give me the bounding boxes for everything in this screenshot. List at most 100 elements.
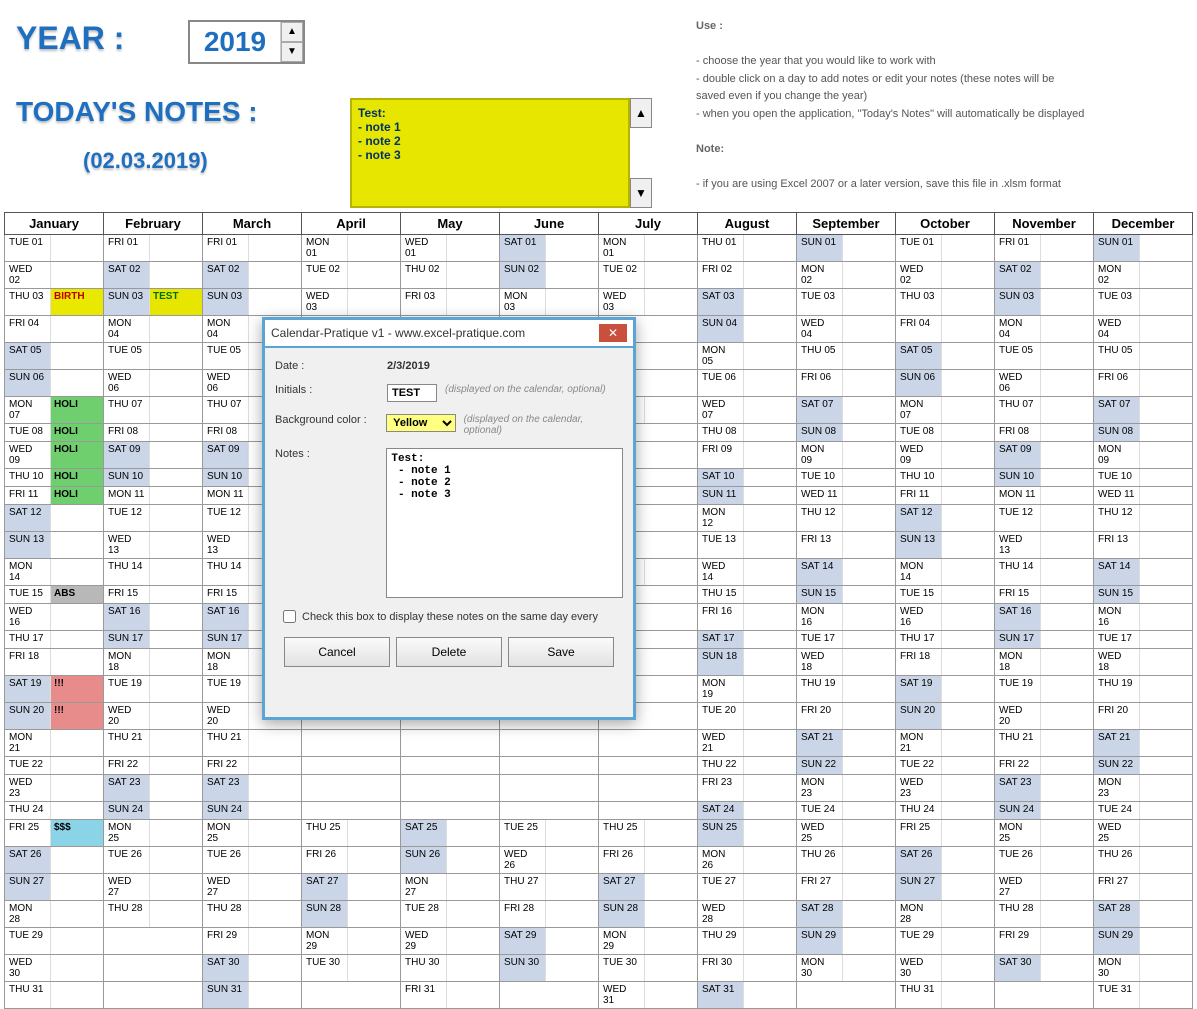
day-cell[interactable]: FRI 04 <box>5 316 104 343</box>
day-cell[interactable]: TUE 29 <box>5 928 104 955</box>
day-cell[interactable]: TUE 17 <box>1094 631 1193 649</box>
day-cell[interactable]: FRI 15 <box>104 586 203 604</box>
day-cell[interactable]: TUE 26 <box>104 847 203 874</box>
day-cell[interactable]: SAT 24 <box>698 802 797 820</box>
day-cell[interactable]: TUE 08 <box>896 424 995 442</box>
day-cell[interactable]: WED 25 <box>797 820 896 847</box>
day-cell[interactable]: WED 09 <box>896 442 995 469</box>
day-cell[interactable]: WED 04 <box>1094 316 1193 343</box>
day-cell[interactable]: THU 25 <box>599 820 698 847</box>
day-cell[interactable]: SAT 21 <box>1094 730 1193 757</box>
day-cell[interactable]: WED 27 <box>995 874 1094 901</box>
day-cell[interactable]: FRI 20 <box>1094 703 1193 730</box>
day-cell[interactable]: FRI 27 <box>797 874 896 901</box>
day-cell[interactable]: TUE 20 <box>698 703 797 730</box>
day-cell[interactable]: TUE 02 <box>302 262 401 289</box>
day-cell[interactable]: FRI 25 <box>896 820 995 847</box>
day-cell[interactable]: SUN 04 <box>698 316 797 343</box>
cancel-button[interactable]: Cancel <box>284 637 390 667</box>
day-cell[interactable]: TUE 29 <box>896 928 995 955</box>
dialog-initials-input[interactable] <box>387 384 437 402</box>
day-cell[interactable]: FRI 11 <box>896 487 995 505</box>
day-cell[interactable]: SUN 01 <box>797 235 896 262</box>
day-cell[interactable]: SAT 05 <box>5 343 104 370</box>
day-cell[interactable] <box>401 757 500 775</box>
day-cell[interactable]: TUE 05 <box>995 343 1094 370</box>
save-button[interactable]: Save <box>508 637 614 667</box>
day-cell[interactable]: THU 02 <box>401 262 500 289</box>
day-cell[interactable]: MON 25 <box>104 820 203 847</box>
day-cell[interactable]: SUN 24 <box>203 802 302 820</box>
day-cell[interactable]: FRI 27 <box>1094 874 1193 901</box>
day-cell[interactable]: TUE 08HOLI <box>5 424 104 442</box>
day-cell[interactable]: SAT 16 <box>995 604 1094 631</box>
day-cell[interactable]: SUN 25 <box>698 820 797 847</box>
day-cell[interactable]: SUN 15 <box>1094 586 1193 604</box>
day-cell[interactable]: THU 25 <box>302 820 401 847</box>
day-cell[interactable]: FRI 01 <box>104 235 203 262</box>
day-cell[interactable]: SAT 19 <box>896 676 995 703</box>
day-cell[interactable]: MON 18 <box>104 649 203 676</box>
day-cell[interactable]: TUE 26 <box>203 847 302 874</box>
day-cell[interactable]: SUN 01 <box>1094 235 1193 262</box>
day-cell[interactable]: TUE 19 <box>104 676 203 703</box>
day-cell[interactable]: SAT 26 <box>896 847 995 874</box>
day-cell[interactable]: SAT 12 <box>5 505 104 532</box>
day-cell[interactable]: FRI 26 <box>599 847 698 874</box>
day-cell[interactable]: SAT 03 <box>698 289 797 316</box>
day-cell[interactable]: THU 10HOLI <box>5 469 104 487</box>
day-cell[interactable]: WED 02 <box>5 262 104 289</box>
day-cell[interactable]: SUN 24 <box>104 802 203 820</box>
day-cell[interactable]: FRI 13 <box>1094 532 1193 559</box>
day-cell[interactable] <box>599 730 698 757</box>
day-cell[interactable]: TUE 26 <box>995 847 1094 874</box>
day-cell[interactable]: THU 03BIRTH <box>5 289 104 316</box>
day-cell[interactable]: SAT 30 <box>203 955 302 982</box>
day-cell[interactable]: FRI 22 <box>995 757 1094 775</box>
day-cell[interactable]: TUE 12 <box>104 505 203 532</box>
day-cell[interactable]: FRI 22 <box>203 757 302 775</box>
day-cell[interactable]: MON 11 <box>104 487 203 505</box>
day-cell[interactable]: WED 18 <box>1094 649 1193 676</box>
day-cell[interactable]: MON 27 <box>401 874 500 901</box>
day-cell[interactable]: SUN 15 <box>797 586 896 604</box>
day-cell[interactable]: TUE 03 <box>797 289 896 316</box>
day-cell[interactable]: THU 01 <box>698 235 797 262</box>
day-cell[interactable]: THU 12 <box>797 505 896 532</box>
day-cell[interactable]: THU 15 <box>698 586 797 604</box>
day-cell[interactable]: SAT 28 <box>1094 901 1193 928</box>
day-cell[interactable]: MON 18 <box>995 649 1094 676</box>
day-cell[interactable]: THU 07 <box>104 397 203 424</box>
close-icon[interactable]: ✕ <box>599 324 627 342</box>
day-cell[interactable]: SUN 24 <box>995 802 1094 820</box>
day-cell[interactable]: WED 20 <box>104 703 203 730</box>
day-cell[interactable]: SUN 18 <box>698 649 797 676</box>
day-cell[interactable]: SUN 27 <box>896 874 995 901</box>
day-cell[interactable] <box>104 982 203 1009</box>
day-cell[interactable]: WED 11 <box>1094 487 1193 505</box>
day-cell[interactable]: SUN 30 <box>500 955 599 982</box>
day-cell[interactable] <box>302 730 401 757</box>
day-cell[interactable] <box>500 982 599 1009</box>
day-cell[interactable]: SUN 08 <box>797 424 896 442</box>
day-cell[interactable]: MON 16 <box>1094 604 1193 631</box>
day-cell[interactable]: WED 13 <box>104 532 203 559</box>
day-cell[interactable]: MON 26 <box>698 847 797 874</box>
day-cell[interactable]: MON 04 <box>104 316 203 343</box>
notes-scroll-up-icon[interactable]: ▲ <box>630 98 652 128</box>
day-cell[interactable]: THU 17 <box>5 631 104 649</box>
day-cell[interactable]: FRI 15 <box>995 586 1094 604</box>
day-cell[interactable]: FRI 02 <box>698 262 797 289</box>
day-cell[interactable]: TUE 24 <box>797 802 896 820</box>
day-cell[interactable]: THU 29 <box>698 928 797 955</box>
day-cell[interactable]: TUE 03 <box>1094 289 1193 316</box>
day-cell[interactable] <box>599 802 698 820</box>
day-cell[interactable]: WED 02 <box>896 262 995 289</box>
day-cell[interactable]: WED 06 <box>104 370 203 397</box>
day-cell[interactable]: THU 30 <box>401 955 500 982</box>
day-cell[interactable]: MON 03 <box>500 289 599 316</box>
day-cell[interactable]: WED 09HOLI <box>5 442 104 469</box>
day-cell[interactable]: TUE 28 <box>401 901 500 928</box>
day-cell[interactable]: MON 12 <box>698 505 797 532</box>
day-cell[interactable]: WED 03 <box>599 289 698 316</box>
